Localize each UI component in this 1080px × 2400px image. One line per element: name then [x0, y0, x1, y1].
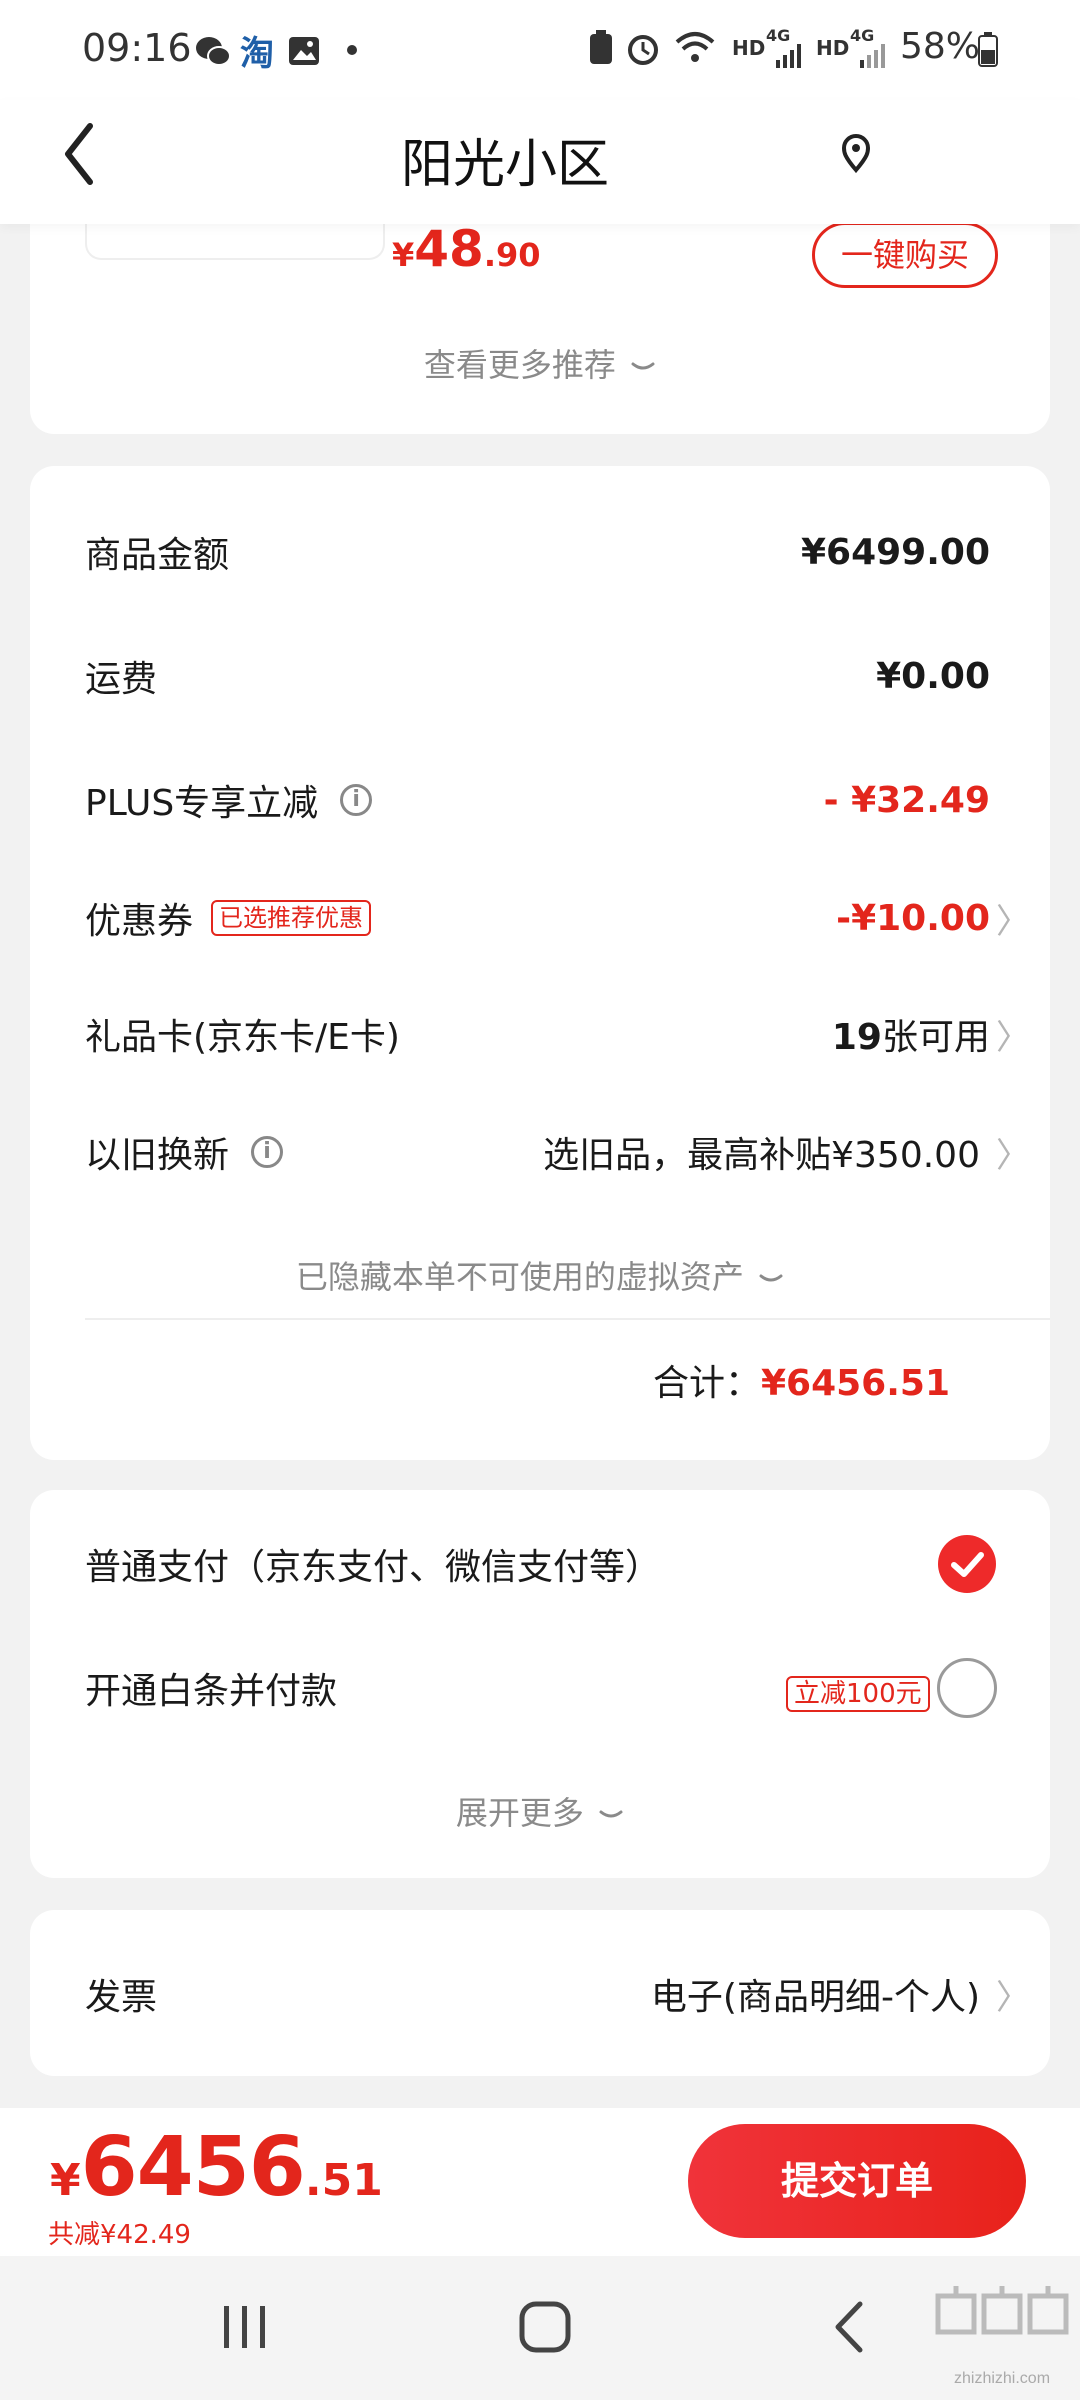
shipping-label: 运费 [85, 659, 158, 700]
signal-icon [776, 44, 801, 68]
status-notification-icons: 淘 [130, 30, 380, 74]
alarm-icon [628, 35, 658, 65]
chevron-down-icon [759, 1274, 783, 1282]
system-nav-bar: zhizhizhi.com [0, 2256, 1080, 2400]
recommend-price: ¥48.90 [392, 220, 541, 278]
invoice-value: 电子(商品明细-个人) [650, 1977, 980, 2018]
recommend-price-symbol: ¥ [392, 236, 415, 274]
signal-icon-2 [860, 44, 885, 68]
watermark: zhizhizhi.com [932, 2266, 1072, 2390]
saving-text: 共减¥42.49 [48, 2220, 191, 2250]
battery-icon [978, 32, 998, 67]
gift-card-label: 礼品卡(京东卡/E卡) [85, 1017, 400, 1058]
coupon-tag: 已选推荐优惠 [211, 900, 372, 936]
total-row: 合计：¥6456.51 [653, 1354, 950, 1406]
gift-card-available: 张可用 [881, 1017, 990, 1058]
chevron-right-icon: 〉 [996, 1017, 1030, 1058]
baitiao-radio[interactable] [937, 1658, 997, 1718]
invoice-row[interactable]: 发票 电子(商品明细-个人) 〉 [85, 1964, 1030, 2024]
plus-discount-label: PLUS专享立减 [85, 783, 319, 824]
trade-in-value: 选旧品，最高补贴¥350.00 [543, 1135, 980, 1176]
nav-back-icon[interactable] [832, 2300, 868, 2354]
checkout-price-dec: .51 [304, 2155, 383, 2206]
wechat-icon [196, 37, 231, 66]
watermark-site: zhizhizhi.com [953, 2370, 1051, 2387]
trade-in-row[interactable]: 以旧换新 i 选旧品，最高补贴¥350.00 〉 [85, 1122, 1030, 1182]
location-pin-icon[interactable] [840, 134, 872, 174]
expand-more-payment[interactable]: 展开更多 [30, 1788, 1050, 1834]
normal-payment-row[interactable]: 普通支付（京东支付、微信支付等） [85, 1534, 990, 1594]
invoice-label: 发票 [85, 1977, 158, 2018]
wifi-icon [675, 32, 715, 62]
coupon-row[interactable]: 优惠券 已选推荐优惠 -¥10.00 〉 [85, 888, 1030, 948]
chevron-right-icon: 〉 [996, 1135, 1030, 1176]
checkout-price-int: 6456 [80, 2120, 306, 2215]
see-more-recommend[interactable]: 查看更多推荐 [30, 340, 1050, 386]
chevron-down-icon [599, 1810, 623, 1818]
info-icon[interactable]: i [340, 784, 373, 816]
recommend-price-int: 48 [414, 220, 484, 278]
see-more-label: 查看更多推荐 [423, 346, 616, 384]
goods-amount-row: 商品金额 ¥6499.00 [85, 522, 990, 582]
checkout-price-symbol: ¥ [50, 2155, 81, 2206]
watermark-logo [935, 2286, 1069, 2335]
checkmark-icon[interactable] [937, 1534, 997, 1594]
info-icon[interactable]: i [251, 1136, 284, 1168]
total-label: 合计： [652, 1363, 761, 1404]
recents-icon[interactable] [220, 2302, 270, 2352]
expand-more-label: 展开更多 [455, 1794, 584, 1832]
status-bar: 09:16 淘 HD 4G HD 4G 58% [0, 0, 1080, 100]
baitiao-tag: 立减100元 [786, 1676, 930, 1712]
plus-discount-value: - ¥32.49 [823, 779, 990, 821]
goods-amount-label: 商品金额 [85, 535, 230, 576]
submit-order-button[interactable]: 提交订单 [688, 2124, 1026, 2238]
baitiao-label: 开通白条并付款 [85, 1671, 338, 1712]
coupon-value: -¥10.00 [836, 897, 990, 939]
checkout-price: ¥6456.51 [50, 2120, 383, 2215]
network-hd-2: HD [816, 36, 850, 60]
network-4g-2: 4G [850, 26, 875, 45]
trade-in-label: 以旧换新 [85, 1135, 230, 1176]
hidden-assets-label: 已隐藏本单不可使用的虚拟资产 [295, 1258, 744, 1296]
chevron-right-icon: 〉 [996, 1977, 1030, 2018]
gift-card-count: 19 [831, 1017, 882, 1058]
nav-header: 阳光小区 [0, 100, 1080, 224]
home-icon[interactable] [518, 2300, 572, 2354]
shipping-row: 运费 ¥0.00 [85, 646, 990, 706]
battery-percent: 58% [900, 26, 981, 67]
one-click-buy-button[interactable]: 一键购买 [812, 222, 998, 288]
payment-card: 普通支付（京东支付、微信支付等） 开通白条并付款 立减100元 展开更多 [30, 1490, 1050, 1878]
dot-icon [347, 45, 357, 55]
coupon-label: 优惠券 [85, 901, 194, 942]
battery-saver-icon [590, 30, 612, 64]
taobao-icon: 淘 [240, 34, 274, 74]
gallery-icon [289, 37, 319, 65]
invoice-card[interactable]: 发票 电子(商品明细-个人) 〉 [30, 1910, 1050, 2076]
chevron-down-icon [631, 362, 655, 370]
hidden-assets-toggle[interactable]: 已隐藏本单不可使用的虚拟资产 [30, 1252, 1050, 1298]
goods-amount-value: ¥6499.00 [800, 531, 990, 573]
order-summary-card: 商品金额 ¥6499.00 运费 ¥0.00 PLUS专享立减 i - ¥32.… [30, 466, 1050, 1460]
gift-card-value: 19张可用 [832, 1008, 990, 1060]
plus-discount-row: PLUS专享立减 i - ¥32.49 [85, 770, 990, 830]
checkout-bar: ¥6456.51 共减¥42.49 提交订单 [0, 2108, 1080, 2256]
status-system-icons: HD 4G HD 4G 58% [580, 26, 1000, 76]
network-4g-1: 4G [766, 26, 791, 45]
normal-payment-label: 普通支付（京东支付、微信支付等） [85, 1547, 662, 1588]
divider [85, 1318, 1050, 1320]
chevron-right-icon: 〉 [996, 901, 1030, 942]
gift-card-row[interactable]: 礼品卡(京东卡/E卡) 19张可用 〉 [85, 1004, 1030, 1064]
total-value: ¥6456.51 [760, 1363, 950, 1404]
network-hd-1: HD [732, 36, 766, 60]
shipping-value: ¥0.00 [876, 655, 990, 697]
recommend-price-dec: .90 [483, 236, 541, 274]
